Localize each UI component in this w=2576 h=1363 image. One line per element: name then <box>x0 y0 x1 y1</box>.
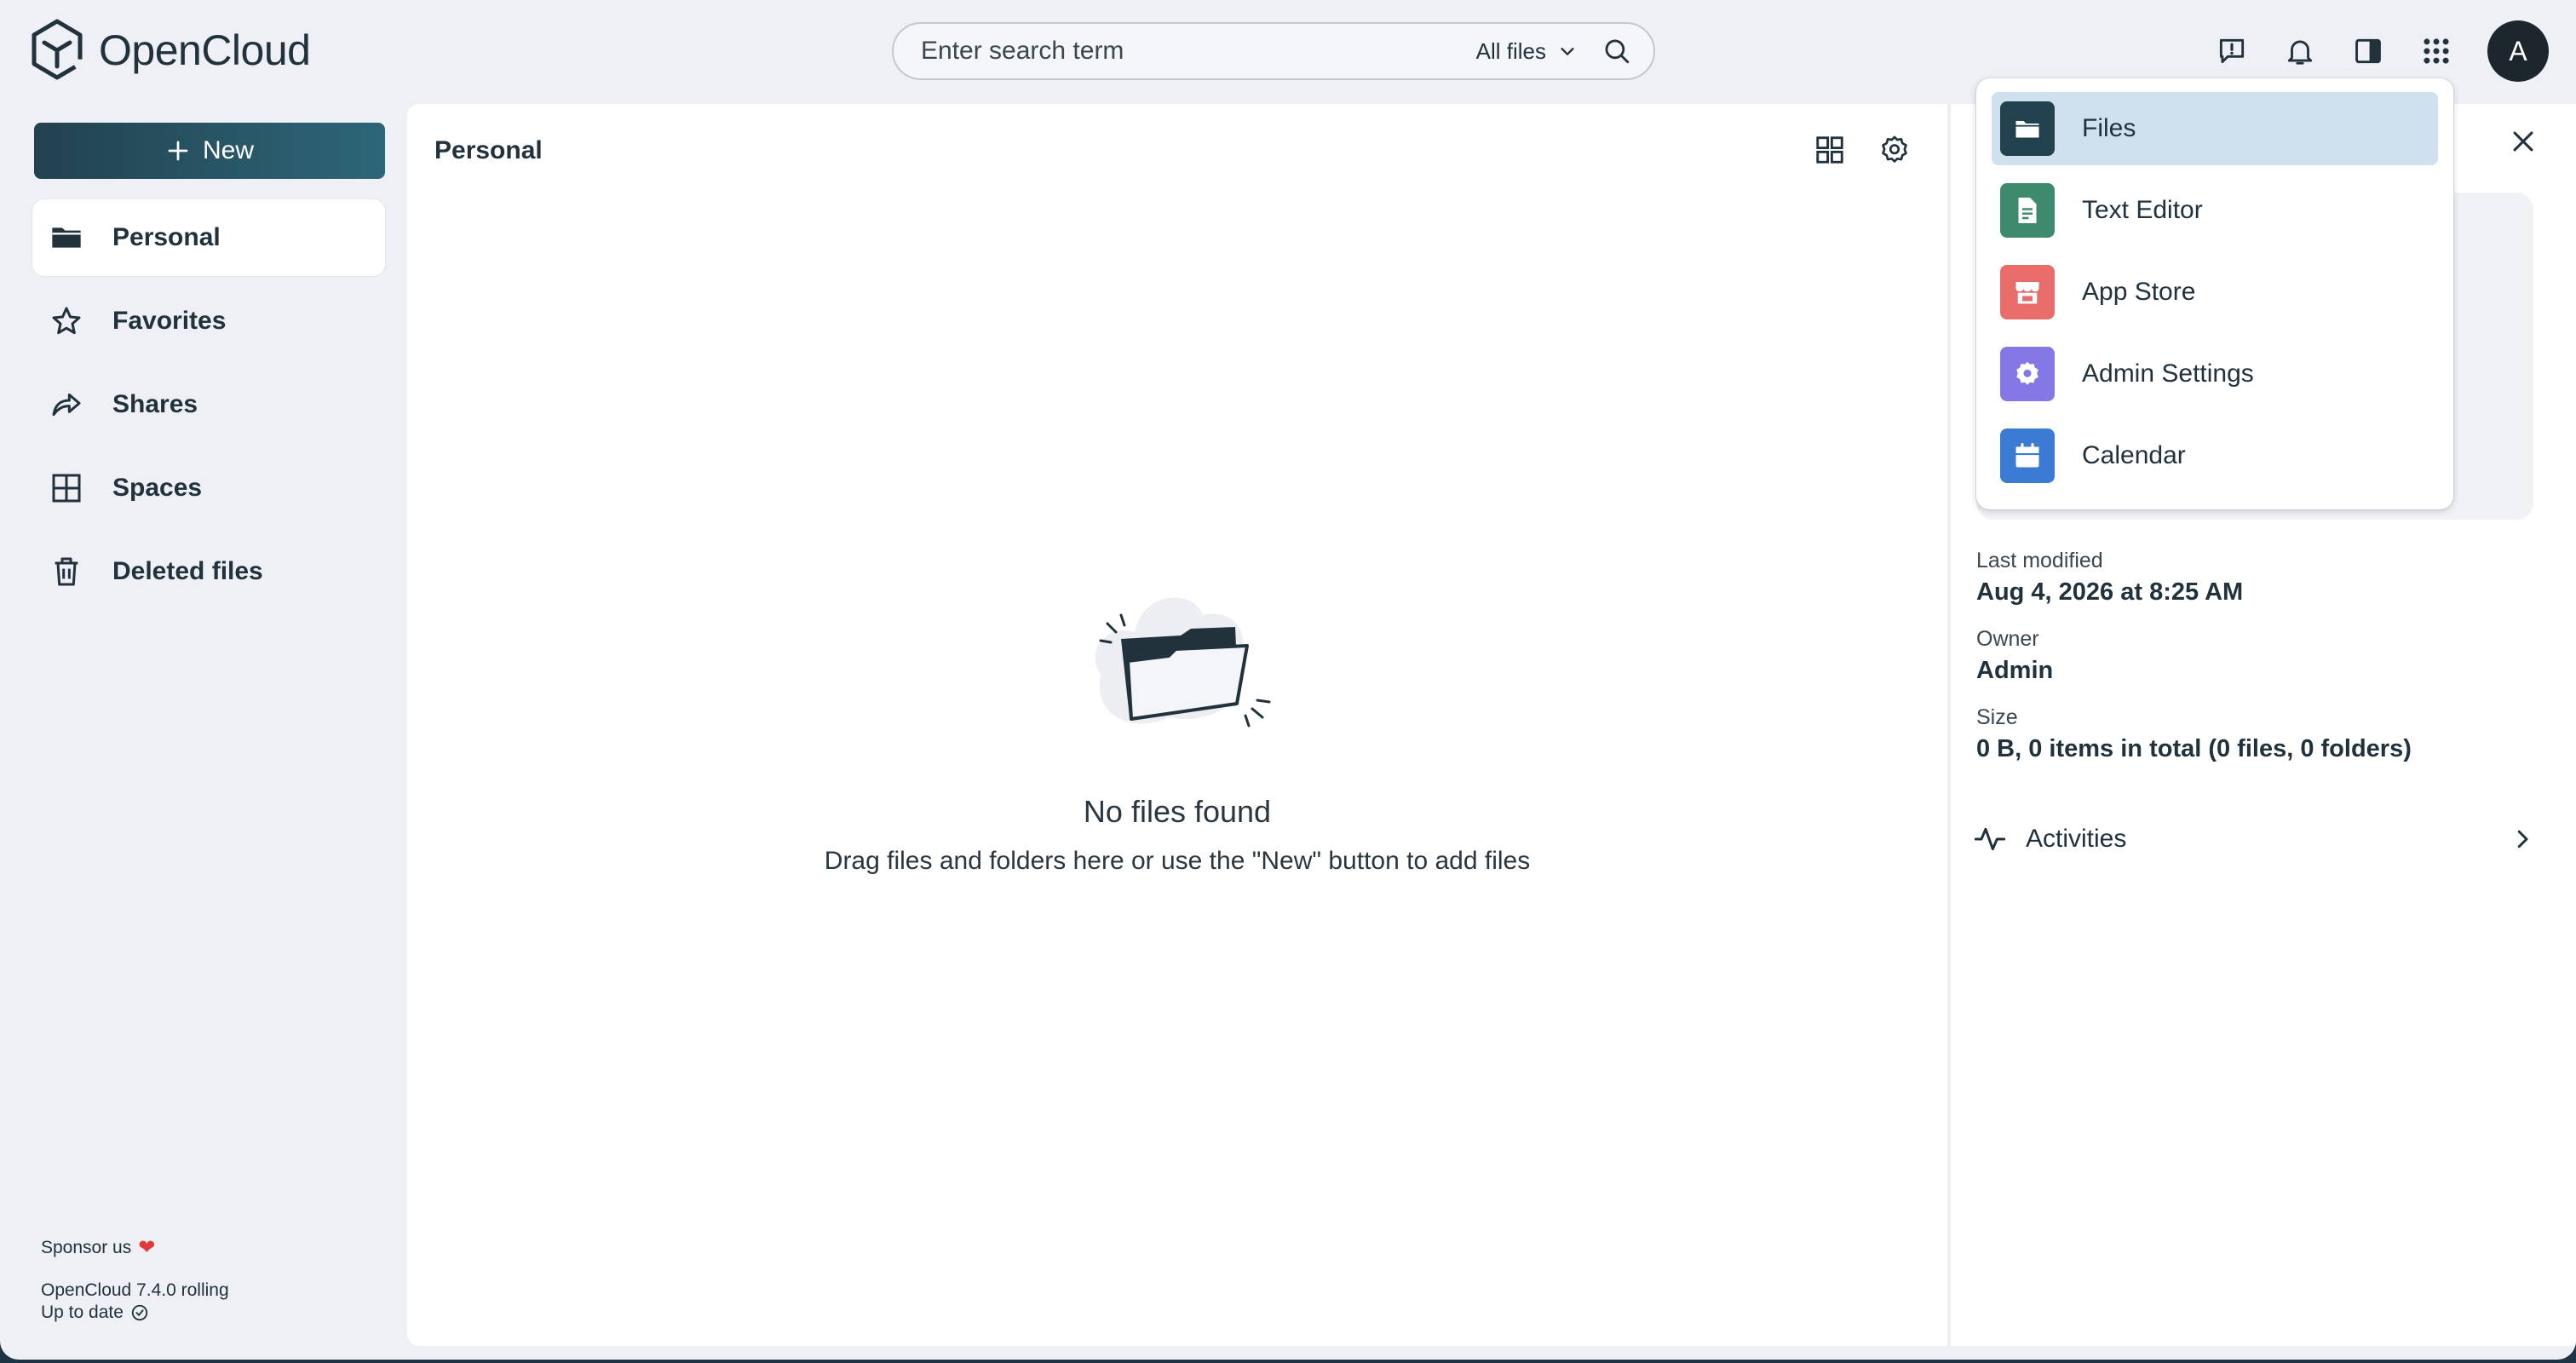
sidebar-toggle-button[interactable] <box>2346 29 2390 73</box>
page-title: Personal <box>434 136 543 164</box>
size-value: 0 B, 0 items in total (0 files, 0 folder… <box>1976 735 2412 762</box>
version-info: OpenCloud 7.4.0 rolling <box>41 1280 229 1300</box>
app-menu-item-text-editor[interactable]: Text Editor <box>1992 174 2438 247</box>
bell-icon <box>2287 40 2313 65</box>
app-menu-item-files[interactable]: Files <box>1992 92 2438 165</box>
app-menu-label: App Store <box>2082 278 2196 306</box>
chevron-right-icon <box>2517 830 2528 848</box>
last-modified-value: Aug 4, 2026 at 8:25 AM <box>1976 578 2244 606</box>
activities-row[interactable]: Activities <box>1973 818 2535 860</box>
view-settings-button[interactable] <box>1876 131 1913 169</box>
store-icon <box>2000 265 2055 319</box>
activities-label: Activities <box>2026 825 2127 853</box>
view-mode-button[interactable] <box>1811 131 1849 169</box>
files-app-icon <box>2000 101 2055 156</box>
app-menu-label: Files <box>2082 114 2136 142</box>
sponsor-link[interactable]: Sponsor us ❤ <box>41 1235 229 1260</box>
sponsor-label: Sponsor us <box>41 1237 132 1257</box>
new-button[interactable]: New <box>34 123 385 179</box>
plus-icon <box>168 141 188 161</box>
notifications-button[interactable] <box>2278 29 2322 73</box>
close-details-button[interactable] <box>2503 121 2544 162</box>
files-panel: Personal No files found Drag files and f… <box>407 104 1947 1346</box>
sidebar-item-shares[interactable]: Shares <box>32 366 385 443</box>
empty-folder-illustration <box>1095 597 1271 728</box>
gear-icon <box>1882 135 1907 163</box>
user-avatar[interactable]: A <box>2487 20 2549 82</box>
app-menu-label: Text Editor <box>2082 196 2203 224</box>
brand-name: OpenCloud <box>99 26 311 74</box>
heart-icon: ❤ <box>138 1236 156 1259</box>
check-circle-icon <box>131 1304 148 1321</box>
trash-icon <box>55 557 78 586</box>
search-input[interactable] <box>921 37 1476 66</box>
star-icon <box>52 307 81 335</box>
brand-logo[interactable]: OpenCloud <box>31 19 311 82</box>
sidebar-item-label: Favorites <box>112 307 227 335</box>
search-icon <box>1605 39 1630 64</box>
sidebar-item-label: Deleted files <box>112 557 263 585</box>
empty-state-subtitle: Drag files and folders here or use the "… <box>824 847 1531 875</box>
search-scope-label: All files <box>1475 37 1546 64</box>
view-tools <box>1811 131 1913 169</box>
app-switcher-menu: Files Text Editor App Store Admin Settin… <box>1976 78 2453 509</box>
sidebar-item-label: Personal <box>112 223 221 251</box>
document-icon <box>2000 183 2055 238</box>
activity-pulse-icon <box>1974 827 2006 851</box>
size-label: Size <box>1976 705 2018 729</box>
new-button-label: New <box>202 136 254 164</box>
empty-state: No files found Drag files and folders he… <box>407 572 1947 876</box>
owner-value: Admin <box>1976 657 2054 684</box>
sidebar-item-personal[interactable]: Personal <box>32 199 385 276</box>
sidebar-footer: Sponsor us ❤ OpenCloud 7.4.0 rolling Up … <box>41 1235 229 1331</box>
owner-label: Owner <box>1976 627 2039 651</box>
app-menu-item-app-store[interactable]: App Store <box>1992 256 2438 329</box>
app-menu-label: Admin Settings <box>2082 359 2254 388</box>
owner-section: Owner Admin <box>1976 627 2053 685</box>
update-status: Up to date <box>41 1303 229 1323</box>
sidebar-item-spaces[interactable]: Spaces <box>32 450 385 526</box>
sidebar: New Personal Favorites Shares Spaces Del… <box>0 102 400 1360</box>
app-menu-item-admin-settings[interactable]: Admin Settings <box>1992 337 2438 411</box>
spaces-icon <box>52 474 81 503</box>
last-modified-label: Last modified <box>1976 549 2103 572</box>
opencloud-logo-icon <box>32 19 83 80</box>
last-modified-section: Last modified Aug 4, 2026 at 8:25 AM <box>1976 549 2243 607</box>
chevron-down-icon <box>1561 48 1574 55</box>
sidebar-item-favorites[interactable]: Favorites <box>32 283 385 359</box>
sidebar-item-label: Shares <box>112 390 198 418</box>
search-button[interactable] <box>1602 37 1631 66</box>
share-icon <box>52 393 81 417</box>
sidebar-item-deleted-files[interactable]: Deleted files <box>32 533 385 610</box>
update-status-label: Up to date <box>41 1303 124 1322</box>
app-window: OpenCloud All files <box>0 0 2576 1360</box>
size-section: Size 0 B, 0 items in total (0 files, 0 f… <box>1976 705 2412 763</box>
app-switcher-button[interactable] <box>2414 29 2458 73</box>
search-scope-dropdown[interactable]: All files <box>1476 38 1577 65</box>
close-icon <box>2513 131 2533 152</box>
feedback-icon <box>2219 38 2245 64</box>
sidebar-toggle-icon <box>2355 38 2381 64</box>
gear-icon <box>2000 347 2055 401</box>
grid-view-icon <box>1816 136 1843 164</box>
calendar-icon <box>2000 428 2055 483</box>
empty-state-title: No files found <box>1083 794 1272 829</box>
search-bar: All files <box>892 22 1655 80</box>
feedback-button[interactable] <box>2210 29 2254 73</box>
sidebar-item-label: Spaces <box>112 474 203 502</box>
folder-icon <box>52 227 81 248</box>
app-menu-item-calendar[interactable]: Calendar <box>1992 419 2438 492</box>
app-menu-label: Calendar <box>2082 441 2186 469</box>
app-grid-icon <box>2424 38 2449 64</box>
